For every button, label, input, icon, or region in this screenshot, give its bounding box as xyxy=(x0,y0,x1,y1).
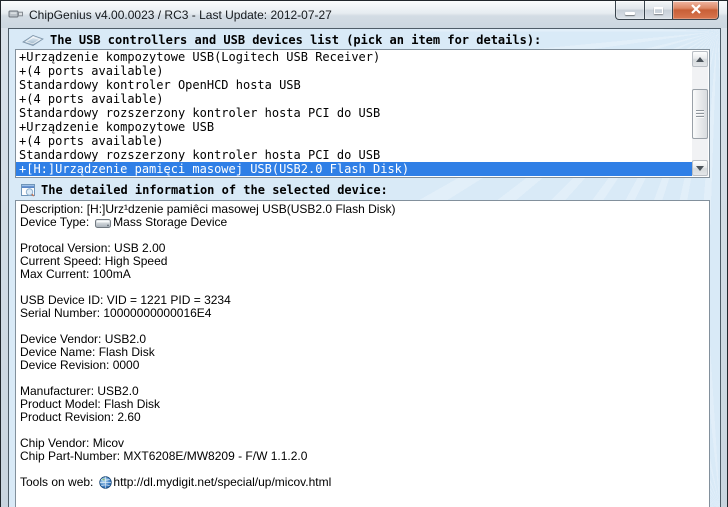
drive-icon xyxy=(95,217,112,229)
scroll-up-button[interactable] xyxy=(692,51,708,67)
detail-line-usb-device-id: USB Device ID: VID = 1221 PID = 3234 xyxy=(20,294,231,307)
maximize-icon xyxy=(654,6,663,14)
scrollbar-thumb[interactable] xyxy=(692,89,708,139)
device-type-value: Mass Storage Device xyxy=(113,216,228,229)
detail-line-device-revision: Device Revision: 0000 xyxy=(20,359,140,372)
detail-line-serial-number: Serial Number: 10000000000016E4 xyxy=(20,307,212,320)
detail-line-blank xyxy=(20,320,709,333)
detail-line-product-revision: Product Revision: 2.60 xyxy=(20,411,141,424)
usb-plug-icon xyxy=(21,33,45,47)
detail-line-blank xyxy=(20,372,709,385)
detail-line-current-speed: Current Speed: High Speed xyxy=(20,255,168,268)
device-details-panel: Description: [H:]Urz¹dzenie pamiêci maso… xyxy=(15,200,710,507)
detail-line-max-current: Max Current: 100mA xyxy=(20,268,131,281)
detail-line-device-type: Device Type: Mass Storage Device xyxy=(20,216,709,229)
list-section-title: The USB controllers and USB devices list… xyxy=(50,33,542,47)
detail-line-device-vendor: Device Vendor: USB2.0 xyxy=(20,333,147,346)
client-area: The USB controllers and USB devices list… xyxy=(8,28,721,507)
usb-stick-icon[interactable] xyxy=(8,6,24,24)
list-item[interactable]: Standardowy rozszerzony kontroler hosta … xyxy=(16,148,692,162)
window-title: ChipGenius v4.00.0023 / RC3 - Last Updat… xyxy=(29,7,332,22)
maximize-button[interactable] xyxy=(645,1,673,20)
list-item[interactable]: +(4 ports available) xyxy=(16,92,692,106)
detail-line-chip-vendor: Chip Vendor: Micov xyxy=(20,437,125,450)
detail-line-description: Description: [H:]Urz¹dzenie pamiêci maso… xyxy=(20,203,396,216)
detail-line-chip-part-number: Chip Part-Number: MXT6208E/MW8209 - F/W … xyxy=(20,450,308,463)
detail-line-manufacturer: Manufacturer: USB2.0 xyxy=(20,385,139,398)
list-item[interactable]: +Urządzenie kompozytowe USB xyxy=(16,120,692,134)
list-item[interactable]: +Urządzenie kompozytowe USB(Logitech USB… xyxy=(16,50,692,64)
tools-label: Tools on web: xyxy=(20,476,94,489)
detail-line-blank xyxy=(20,281,709,294)
detail-section-header: The detailed information of the selected… xyxy=(21,183,388,197)
detail-line-protocol-version: Protocal Version: USB 2.00 xyxy=(20,242,166,255)
list-item-selected[interactable]: +[H:]Urządzenie pamięci masowej USB(USB2… xyxy=(16,162,692,176)
detail-line-blank xyxy=(20,229,709,242)
detail-line-tools-on-web: Tools on web: http://dl.mydigit.net/spec xyxy=(20,476,709,489)
titlebar[interactable]: ChipGenius v4.00.0023 / RC3 - Last Updat… xyxy=(1,1,727,28)
detail-line-device-name: Device Name: Flash Disk xyxy=(20,346,155,359)
list-rows: +Urządzenie kompozytowe USB(Logitech USB… xyxy=(16,50,692,177)
window-controls xyxy=(615,1,719,20)
detail-line-blank xyxy=(20,463,709,476)
list-item[interactable]: +(4 ports available) xyxy=(16,64,692,78)
device-type-label: Device Type: xyxy=(20,216,90,229)
list-item[interactable]: Standardowy kontroler OpenHCD hosta USB xyxy=(16,78,692,92)
list-scrollbar[interactable] xyxy=(692,51,708,176)
list-item[interactable]: Standardowy rozszerzony kontroler hosta … xyxy=(16,106,692,120)
detail-line-blank xyxy=(20,424,709,437)
arrow-up-icon xyxy=(696,56,704,62)
usb-device-list[interactable]: +Urządzenie kompozytowe USB(Logitech USB… xyxy=(15,49,710,178)
window-search-icon xyxy=(21,183,36,197)
minimize-icon xyxy=(625,11,635,15)
globe-icon xyxy=(99,476,113,489)
scroll-down-button[interactable] xyxy=(692,160,708,176)
detail-line-product-model: Product Model: Flash Disk xyxy=(20,398,161,411)
tools-url[interactable]: http://dl.mydigit.net/special/up/micov.h… xyxy=(113,476,331,489)
detail-section-title: The detailed information of the selected… xyxy=(41,183,388,197)
list-section-header: The USB controllers and USB devices list… xyxy=(21,33,541,47)
arrow-down-icon xyxy=(696,165,704,171)
scrollbar-grip xyxy=(696,109,704,119)
close-button[interactable] xyxy=(673,1,719,20)
minimize-button[interactable] xyxy=(615,1,645,20)
list-item[interactable]: +(4 ports available) xyxy=(16,134,692,148)
close-icon xyxy=(690,1,702,19)
chipgenius-window: ChipGenius v4.00.0023 / RC3 - Last Updat… xyxy=(0,0,728,507)
